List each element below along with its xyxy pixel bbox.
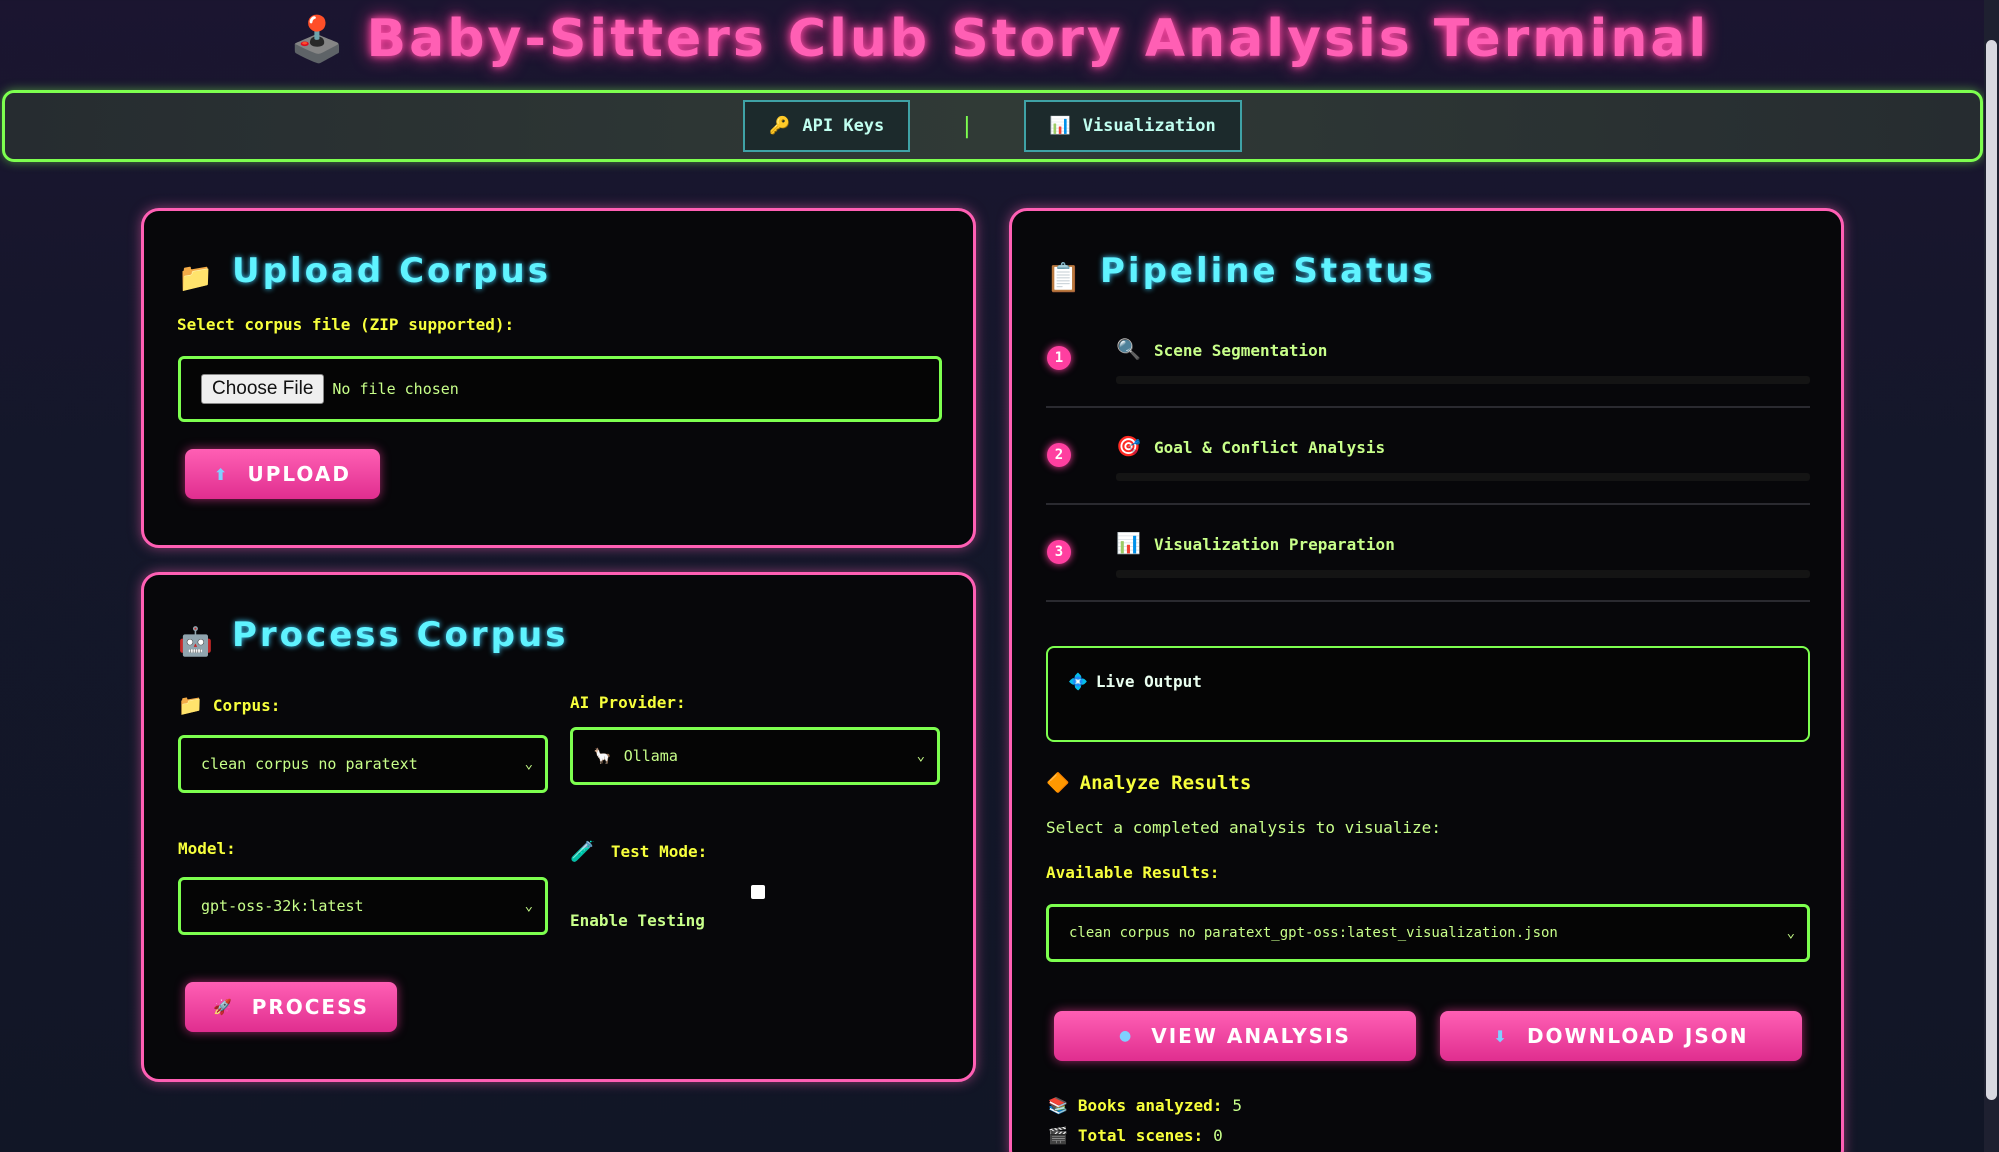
books-analyzed-value: 5 — [1232, 1096, 1243, 1115]
nav-api-keys-label: API Keys — [802, 116, 885, 136]
download-json-label: DOWNLOAD JSON — [1526, 1024, 1749, 1048]
download-arrow-icon: ⬇ — [1493, 1026, 1509, 1046]
upload-arrow-icon: ⬆ — [214, 464, 230, 484]
corpus-file-input[interactable]: Choose File No file chosen — [178, 356, 942, 422]
nav-visualization-button[interactable]: 📊 Visualization — [1023, 100, 1242, 152]
joystick-icon: 🕹️ — [289, 14, 345, 65]
magnifier-icon: 🔍 — [1116, 337, 1141, 361]
diamond-icon: 💠 — [1068, 672, 1088, 691]
books-analyzed-stat: 📚 Books analyzed: 5 — [1048, 1096, 1242, 1115]
live-output-box: 💠 Live Output — [1046, 646, 1810, 742]
upload-corpus-panel: 📁 Upload Corpus Select corpus file (ZIP … — [141, 208, 976, 548]
target-icon: 🎯 — [1116, 434, 1141, 458]
test-mode-label-text: Test Mode: — [610, 841, 708, 861]
select-analysis-text: Select a completed analysis to visualize… — [1046, 818, 1441, 837]
step-progress-bar — [1116, 376, 1810, 384]
total-scenes-label: Total scenes: — [1077, 1126, 1204, 1145]
total-scenes-stat: 🎬 Total scenes: 0 — [1048, 1126, 1223, 1145]
folder-icon: 📁 — [178, 693, 203, 717]
download-json-button[interactable]: ⬇ DOWNLOAD JSON — [1440, 1011, 1802, 1061]
corpus-file-label: Select corpus file (ZIP supported): — [177, 315, 515, 334]
corpus-select[interactable]: clean corpus no paratext ⌄ — [178, 735, 548, 793]
pipeline-status-panel: 📋 Pipeline Status 1 🔍 Scene Segmentation… — [1009, 208, 1844, 1152]
robot-icon: 🤖 — [178, 625, 213, 658]
pipeline-status-title: Pipeline Status — [1100, 251, 1436, 291]
diamond-icon: 🔶 — [1046, 772, 1070, 794]
corpus-label: 📁 Corpus: — [178, 693, 280, 717]
enable-testing-label: Enable Testing — [570, 911, 705, 930]
choose-file-button[interactable]: Choose File — [201, 374, 325, 404]
available-results-value: clean corpus no paratext_gpt-oss:latest_… — [1069, 925, 1558, 941]
ai-provider-select[interactable]: 🦙 Ollama ⌄ — [570, 727, 940, 785]
chevron-down-icon: ⌄ — [916, 748, 925, 764]
step-number: 1 — [1047, 346, 1071, 370]
total-scenes-value: 0 — [1213, 1126, 1223, 1145]
step-divider — [1046, 406, 1810, 408]
dot-icon: ● — [1119, 1028, 1134, 1044]
nav-visualization-label: Visualization — [1082, 116, 1216, 136]
live-output-label: 💠 Live Output — [1068, 672, 1202, 691]
nav-api-keys-button[interactable]: 🔑 API Keys — [743, 100, 911, 152]
step-number: 2 — [1047, 443, 1071, 467]
available-results-select[interactable]: clean corpus no paratext_gpt-oss:latest_… — [1046, 904, 1810, 962]
upload-button[interactable]: ⬆ UPLOAD — [185, 449, 380, 499]
books-icon: 📚 — [1048, 1096, 1068, 1115]
process-corpus-panel: 🤖 Process Corpus 📁 Corpus: clean corpus … — [141, 572, 976, 1082]
process-button[interactable]: 🚀 PROCESS — [185, 982, 397, 1032]
upload-corpus-title: Upload Corpus — [232, 251, 551, 291]
bar-chart-icon: 📊 — [1049, 116, 1071, 136]
key-icon: 🔑 — [769, 116, 791, 136]
upload-button-label: UPLOAD — [247, 462, 351, 486]
step-number: 3 — [1047, 540, 1071, 564]
ai-provider-select-value: Ollama — [623, 747, 678, 765]
process-button-label: PROCESS — [251, 995, 369, 1019]
llama-icon: 🦙 — [593, 747, 612, 765]
step-divider — [1046, 503, 1810, 505]
step-progress-bar — [1116, 473, 1810, 481]
corpus-label-text: Corpus: — [212, 695, 281, 715]
page-scrollbar-thumb[interactable] — [1986, 40, 1997, 1100]
chevron-down-icon: ⌄ — [524, 898, 533, 914]
test-tube-icon: 🧪 — [570, 839, 595, 863]
books-analyzed-label: Books analyzed: — [1077, 1096, 1223, 1115]
folder-icon: 📁 — [178, 261, 213, 294]
view-analysis-label: VIEW ANALYSIS — [1151, 1024, 1351, 1048]
analyze-results-title-text: Analyze Results — [1079, 771, 1252, 794]
no-file-chosen-text: No file chosen — [332, 380, 459, 398]
step-progress-bar — [1116, 570, 1810, 578]
live-output-text: Live Output — [1095, 672, 1202, 691]
page-title: Baby-Sitters Club Story Analysis Termina… — [366, 9, 1710, 69]
model-select[interactable]: gpt-oss-32k:latest ⌄ — [178, 877, 548, 935]
top-navbar: 🔑 API Keys | 📊 Visualization — [2, 90, 1983, 162]
available-results-label: Available Results: — [1046, 863, 1220, 882]
clapperboard-icon: 🎬 — [1048, 1126, 1068, 1145]
chevron-down-icon: ⌄ — [1786, 925, 1795, 941]
corpus-select-value: clean corpus no paratext — [201, 755, 418, 773]
step-divider — [1046, 600, 1810, 602]
step-label: Scene Segmentation — [1154, 341, 1328, 360]
ai-provider-label: AI Provider: — [570, 693, 686, 712]
view-analysis-button[interactable]: ● VIEW ANALYSIS — [1054, 1011, 1416, 1061]
test-mode-checkbox[interactable] — [751, 885, 765, 899]
clipboard-icon: 📋 — [1046, 261, 1081, 294]
model-label: Model: — [178, 839, 236, 858]
chevron-down-icon: ⌄ — [524, 756, 533, 772]
step-label: Visualization Preparation — [1154, 535, 1395, 554]
step-label: Goal & Conflict Analysis — [1154, 438, 1386, 457]
test-mode-label: 🧪 Test Mode: — [570, 839, 707, 863]
app-title-bar: 🕹️ Baby-Sitters Club Story Analysis Term… — [0, 4, 1999, 74]
rocket-icon: 🚀 — [213, 998, 234, 1016]
analyze-results-title: 🔶 Analyze Results — [1046, 771, 1252, 795]
model-select-value: gpt-oss-32k:latest — [201, 897, 364, 915]
bar-chart-icon: 📊 — [1116, 531, 1141, 555]
process-corpus-title: Process Corpus — [232, 615, 569, 655]
nav-separator: | — [960, 113, 974, 139]
